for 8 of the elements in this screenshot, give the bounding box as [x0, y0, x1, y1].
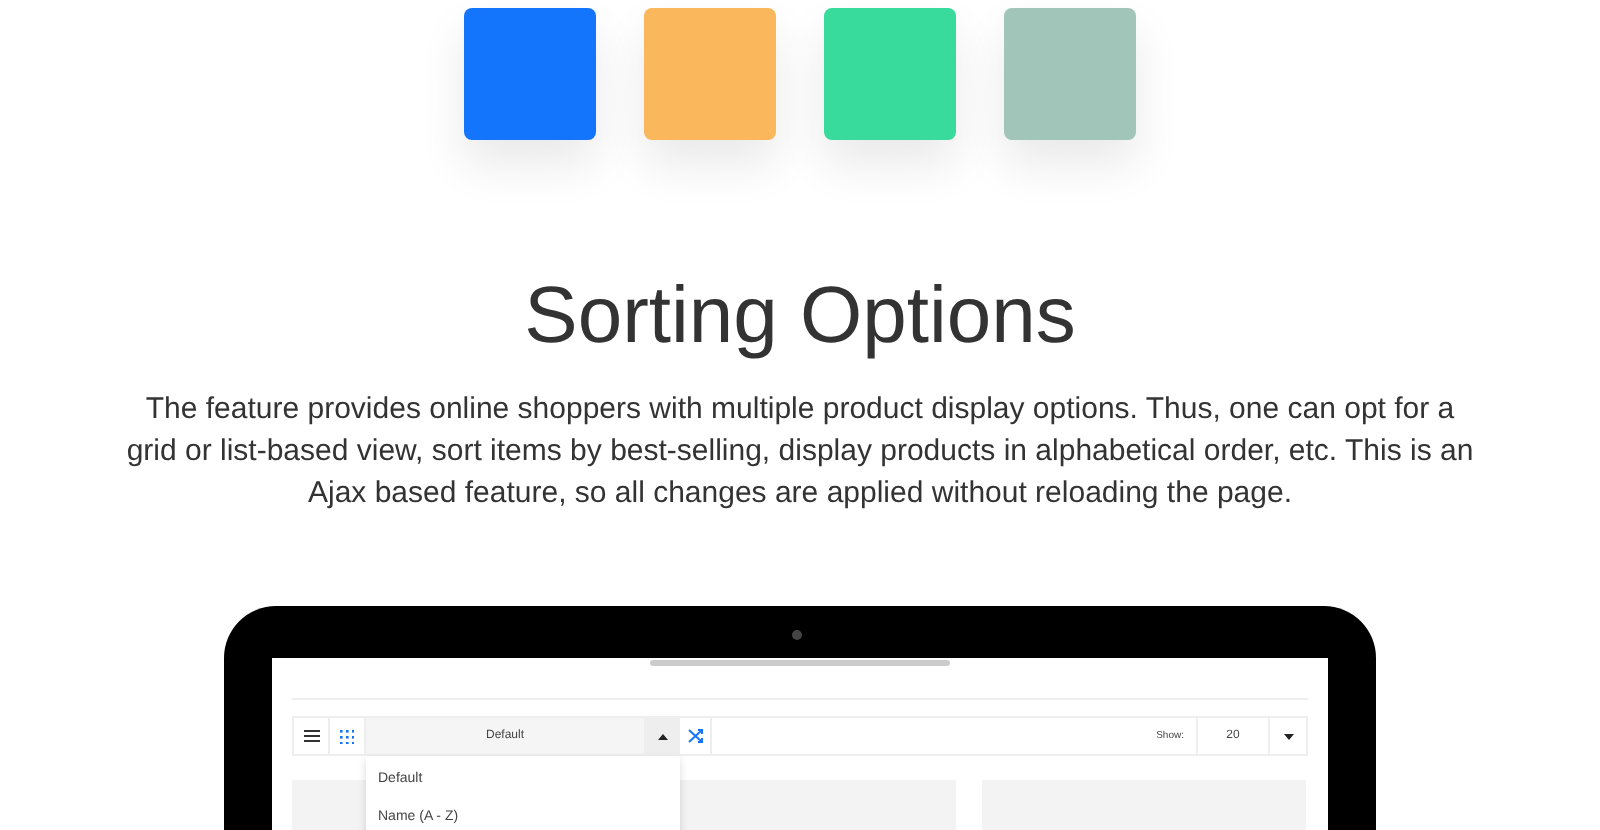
caret-down-icon — [1283, 733, 1293, 739]
shuffle-icon — [687, 728, 703, 744]
camera-icon — [792, 630, 802, 640]
section-description: The feature provides online shoppers with multiple product display options. Thus, one can opt for a grid or list-based view, sort items by best-selling, display products in alphabetical order, etc. This is an Ajax based feature, so all changes are applied without reloading the page. — [124, 390, 1476, 514]
grid-icon — [340, 729, 354, 743]
caret-up-icon — [657, 733, 667, 739]
list-icon — [303, 730, 319, 742]
section-heading: Sorting Options — [524, 270, 1076, 364]
